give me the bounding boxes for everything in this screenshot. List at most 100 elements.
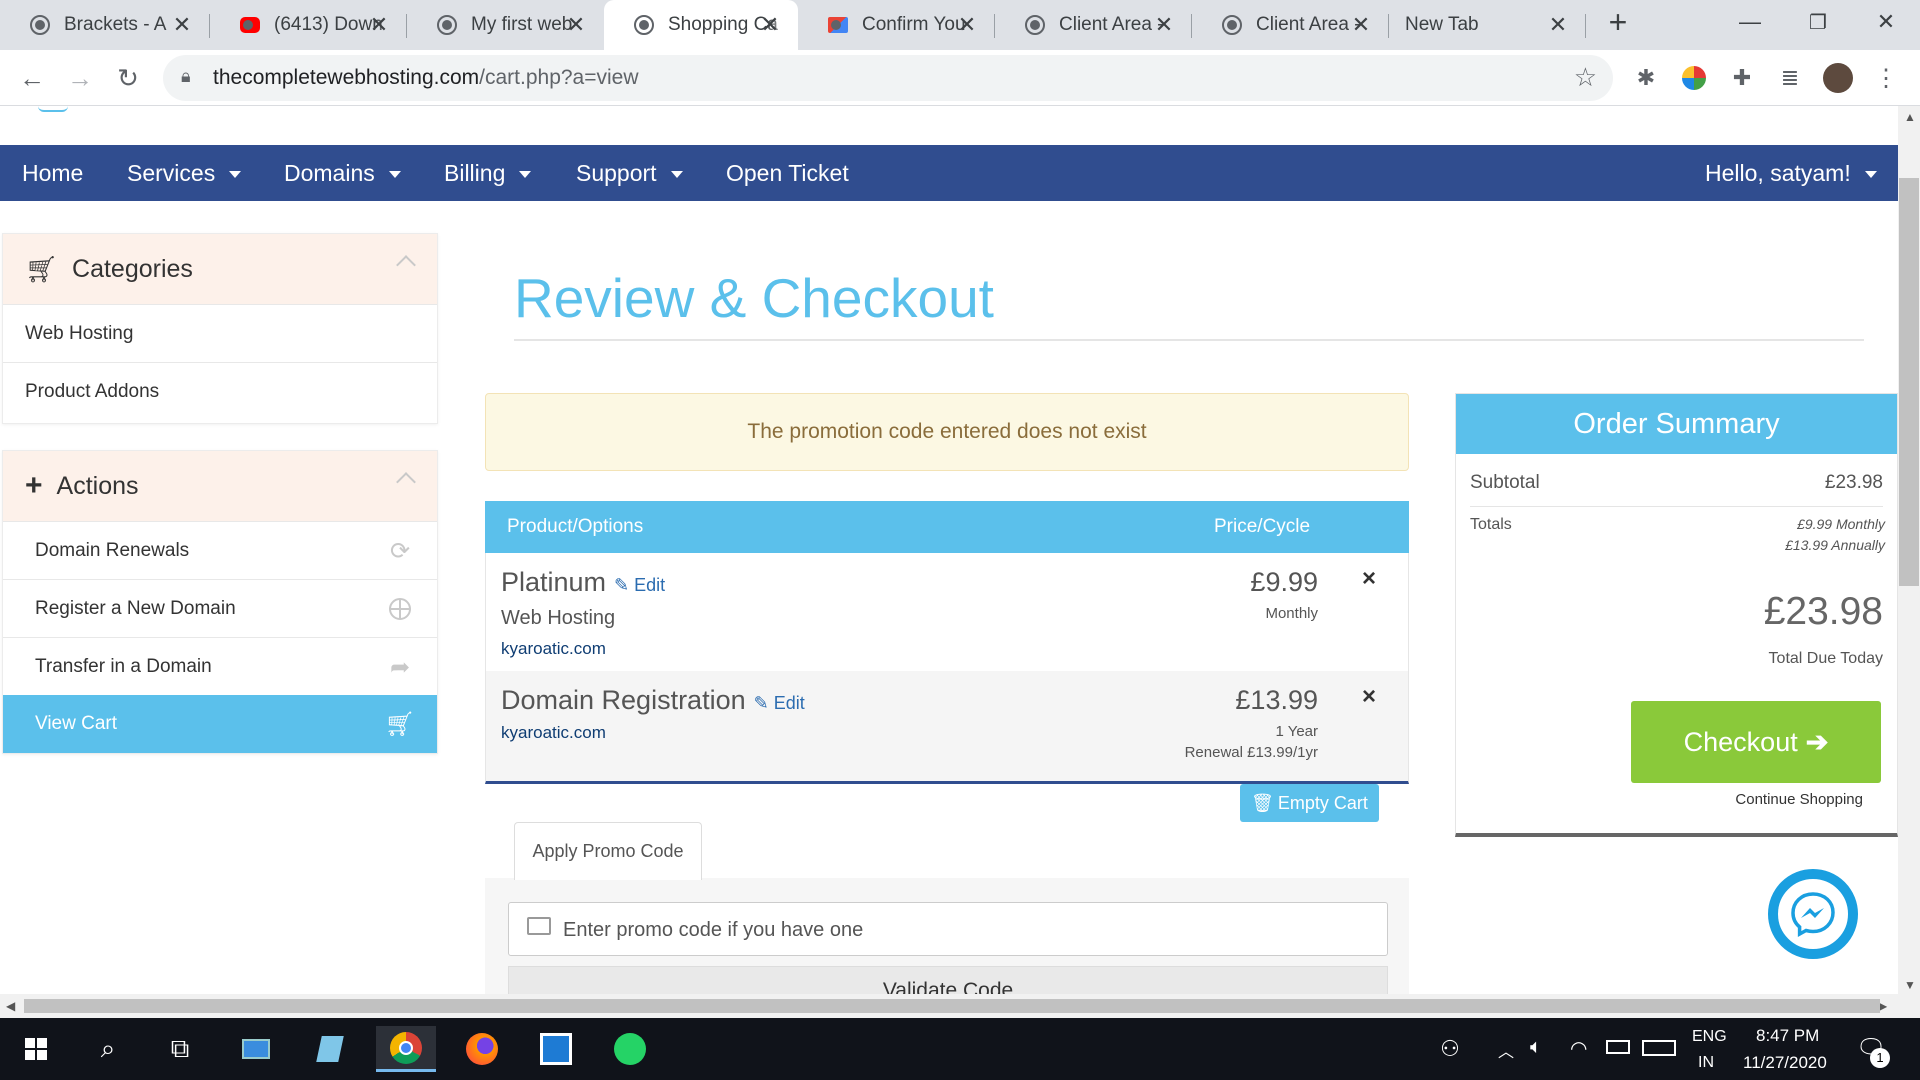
- total-due-label: Total Due Today: [1768, 650, 1883, 667]
- search-icon[interactable]: ⌕: [78, 1026, 138, 1072]
- edit-label: Edit: [773, 693, 805, 713]
- empty-cart-button[interactable]: 🗑︎ Empty Cart: [1240, 784, 1379, 822]
- remove-item-icon[interactable]: ×: [1362, 565, 1376, 593]
- nav-billing[interactable]: Billing: [444, 160, 532, 187]
- windows-taskbar: ⌕ ⧉ ⚇ ︿ 🔈︎ ◠ ENG IN 8:47 PM 11/27/2020 🗨…: [0, 1018, 1920, 1080]
- continue-shopping-link[interactable]: Continue Shopping: [1735, 791, 1863, 808]
- promo-code-field[interactable]: [508, 902, 1388, 956]
- nav-user-menu[interactable]: Hello, satyam!: [1705, 160, 1877, 187]
- edit-link[interactable]: ✎ Edit: [614, 575, 665, 595]
- chevron-up-icon[interactable]: [396, 472, 416, 492]
- sidebar-item-product-addons[interactable]: Product Addons: [3, 362, 437, 420]
- browser-tab[interactable]: Confirm You ✕: [798, 0, 995, 50]
- vertical-scroll-thumb[interactable]: [1899, 178, 1919, 586]
- restore-button[interactable]: ❐: [1784, 0, 1852, 44]
- sidebar-item-domain-renewals[interactable]: Domain Renewals ⟳: [3, 521, 437, 579]
- computer-icon[interactable]: [226, 1026, 286, 1072]
- remove-item-icon[interactable]: ×: [1362, 683, 1376, 711]
- sidebar-item-web-hosting[interactable]: Web Hosting: [3, 304, 437, 362]
- subtotal-label: Subtotal: [1470, 472, 1540, 493]
- wifi-icon[interactable]: ◠: [1570, 1036, 1587, 1061]
- close-icon[interactable]: ✕: [758, 12, 782, 38]
- nav-open-ticket[interactable]: Open Ticket: [726, 160, 849, 187]
- sidebar-item-register-domain[interactable]: Register a New Domain: [3, 579, 437, 637]
- nav-label: Support: [576, 160, 657, 186]
- browser-tab[interactable]: Brackets - A ✕: [0, 0, 210, 50]
- chevron-up-icon[interactable]: [396, 255, 416, 275]
- browser-tab[interactable]: Client Area - ✕: [995, 0, 1192, 50]
- nav-support[interactable]: Support: [576, 160, 683, 187]
- firefox-icon[interactable]: [452, 1026, 512, 1072]
- tab-apply-promo-code[interactable]: Apply Promo Code: [514, 822, 702, 880]
- url-path: /cart.php?a=view: [479, 66, 639, 89]
- chevron-up-icon[interactable]: ︿: [1498, 1038, 1514, 1062]
- clock-time[interactable]: 8:47 PM: [1756, 1026, 1819, 1046]
- url-text[interactable]: thecompletewebhosting.com/cart.php?a=vie…: [213, 66, 639, 90]
- keyboard-icon[interactable]: [1642, 1040, 1676, 1056]
- nav-domains[interactable]: Domains: [284, 160, 401, 187]
- validate-code-button[interactable]: Validate Code: [508, 966, 1388, 994]
- pencil-icon: ✎: [614, 575, 630, 595]
- chrome-taskbar-icon[interactable]: [376, 1026, 436, 1072]
- people-icon[interactable]: ⚇: [1420, 1026, 1480, 1072]
- language-indicator-bottom[interactable]: IN: [1698, 1054, 1714, 1072]
- clock-date[interactable]: 11/27/2020: [1743, 1053, 1827, 1073]
- item-renewal: Renewal £13.99/1yr: [1184, 744, 1318, 761]
- edit-link[interactable]: ✎ Edit: [754, 693, 805, 713]
- nav-services[interactable]: Services: [127, 160, 242, 187]
- browser-tab-active[interactable]: Shopping Ca ✕: [604, 0, 798, 50]
- browser-tab[interactable]: My first web ✕: [407, 0, 604, 50]
- nav-label: Domains: [284, 160, 375, 186]
- cart-table-header: Product/Options Price/Cycle: [485, 501, 1409, 553]
- language-indicator-top[interactable]: ENG: [1692, 1028, 1727, 1046]
- task-view-icon[interactable]: ⧉: [150, 1026, 210, 1072]
- reload-icon[interactable]: ↻: [110, 60, 146, 96]
- minimize-button[interactable]: —: [1716, 0, 1784, 44]
- categories-header[interactable]: 🛒︎ Categories: [3, 234, 437, 304]
- sidebar-item-label: Transfer in a Domain: [35, 655, 212, 677]
- close-window-button[interactable]: ✕: [1852, 0, 1920, 44]
- extension-globe-icon[interactable]: [1676, 60, 1712, 96]
- nav-label: Home: [22, 160, 84, 186]
- extensions-puzzle-icon[interactable]: ✚: [1724, 60, 1760, 96]
- forward-icon[interactable]: →: [62, 60, 98, 96]
- bookmark-star-icon[interactable]: ☆: [1574, 62, 1597, 93]
- sidebar-item-transfer-domain[interactable]: Transfer in a Domain ➦: [3, 637, 437, 695]
- sidebar-item-view-cart[interactable]: View Cart 🛒︎: [3, 695, 437, 753]
- horizontal-scroll-thumb[interactable]: [24, 999, 1880, 1013]
- totals-annually: £13.99 Annually: [1785, 537, 1885, 553]
- scroll-down-icon[interactable]: ▼: [1904, 978, 1916, 992]
- notepad-icon[interactable]: [300, 1026, 360, 1072]
- messenger-chat-button[interactable]: [1768, 869, 1858, 959]
- close-icon[interactable]: ✕: [1152, 12, 1176, 38]
- profile-avatar[interactable]: [1820, 60, 1856, 96]
- close-icon[interactable]: ✕: [1546, 12, 1570, 38]
- browser-tab[interactable]: Client Area - ✕: [1192, 0, 1389, 50]
- brackets-icon[interactable]: [526, 1026, 586, 1072]
- promo-code-input[interactable]: [563, 915, 1363, 945]
- media-queue-icon[interactable]: ≣: [1772, 60, 1808, 96]
- new-tab-button[interactable]: +: [1586, 0, 1650, 44]
- close-icon[interactable]: ✕: [1349, 12, 1373, 38]
- browser-tab[interactable]: (6413) Down ✕: [210, 0, 407, 50]
- scroll-up-icon[interactable]: ▲: [1904, 110, 1916, 124]
- close-icon[interactable]: ✕: [564, 12, 588, 38]
- actions-header[interactable]: + Actions: [3, 451, 437, 521]
- extension-bug-icon[interactable]: ✱: [1628, 60, 1664, 96]
- item-cycle: 1 Year: [1275, 723, 1318, 740]
- menu-kebab-icon[interactable]: ⋮: [1868, 60, 1904, 96]
- close-icon[interactable]: ✕: [170, 12, 194, 38]
- close-icon[interactable]: ✕: [955, 12, 979, 38]
- battery-icon[interactable]: [1606, 1040, 1630, 1054]
- browser-tab[interactable]: New Tab ✕: [1389, 0, 1586, 50]
- windows-start-icon[interactable]: [6, 1026, 66, 1072]
- checkout-button[interactable]: Checkout ➔: [1631, 701, 1881, 783]
- main-navbar: Home Services Domains Billing Support Op…: [0, 145, 1898, 201]
- scroll-left-icon[interactable]: ◀: [6, 999, 15, 1013]
- volume-icon[interactable]: 🔈︎: [1530, 1036, 1542, 1059]
- close-icon[interactable]: ✕: [367, 12, 391, 38]
- back-icon[interactable]: ←: [14, 60, 50, 96]
- whatsapp-icon[interactable]: [600, 1026, 660, 1072]
- address-bar[interactable]: 🔒︎ thecompletewebhosting.com/cart.php?a=…: [163, 55, 1613, 101]
- nav-home[interactable]: Home: [22, 160, 83, 187]
